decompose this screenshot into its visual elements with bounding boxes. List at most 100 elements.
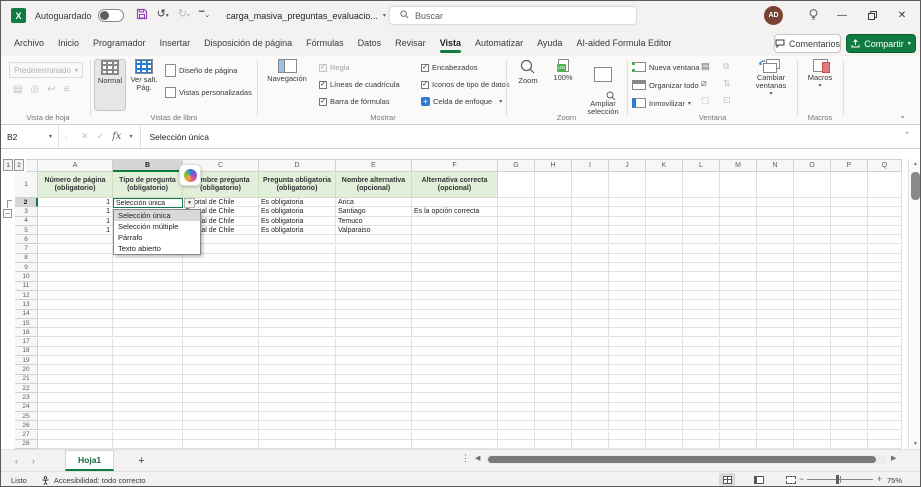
- cell-M8[interactable]: [720, 254, 757, 263]
- cell-P11[interactable]: [831, 282, 868, 291]
- next-sheet-icon[interactable]: ›: [32, 456, 35, 466]
- cell-B9[interactable]: [113, 263, 183, 272]
- cell-L21[interactable]: [683, 375, 720, 384]
- cell-L27[interactable]: [683, 431, 720, 440]
- cell-Q19[interactable]: [868, 356, 902, 365]
- cell-N13[interactable]: [757, 300, 794, 309]
- cell-N5[interactable]: [757, 226, 794, 235]
- row-header-24[interactable]: 24: [15, 403, 38, 412]
- cell-P25[interactable]: [831, 412, 868, 421]
- cell-M14[interactable]: [720, 310, 757, 319]
- cell-Q18[interactable]: [868, 347, 902, 356]
- cell-Q11[interactable]: [868, 282, 902, 291]
- cell-F24[interactable]: [412, 403, 498, 412]
- cell-P3[interactable]: [831, 207, 868, 216]
- cell-L22[interactable]: [683, 384, 720, 393]
- cell-C11[interactable]: [183, 282, 259, 291]
- cell-E17[interactable]: [336, 338, 412, 347]
- row-header-6[interactable]: 6: [15, 235, 38, 244]
- cell-E2[interactable]: Arica: [336, 198, 412, 207]
- cell-J22[interactable]: [609, 384, 646, 393]
- cell-L24[interactable]: [683, 403, 720, 412]
- tab-disposici-n-de-p-gina[interactable]: Disposición de página: [197, 32, 299, 54]
- cell-B19[interactable]: [113, 356, 183, 365]
- row-header-1[interactable]: 1: [15, 172, 38, 198]
- cell-G13[interactable]: [498, 300, 535, 309]
- cell-K28[interactable]: [646, 440, 683, 449]
- cell-A6[interactable]: [38, 235, 113, 244]
- cell-D27[interactable]: [259, 431, 336, 440]
- cell-K19[interactable]: [646, 356, 683, 365]
- cell-C20[interactable]: [183, 365, 259, 374]
- cell-F20[interactable]: [412, 365, 498, 374]
- cell-B25[interactable]: [113, 412, 183, 421]
- cell-I9[interactable]: [572, 263, 609, 272]
- row-header-4[interactable]: 4: [15, 217, 38, 226]
- cell-Q28[interactable]: [868, 440, 902, 449]
- tab-inicio[interactable]: Inicio: [51, 32, 86, 54]
- scroll-up-icon[interactable]: ▲: [909, 161, 921, 167]
- cell-O25[interactable]: [794, 412, 831, 421]
- row-header-18[interactable]: 18: [15, 347, 38, 356]
- cell-A12[interactable]: [38, 291, 113, 300]
- checkbox-regla[interactable]: ✓ Regla: [319, 63, 350, 72]
- cell-D16[interactable]: [259, 328, 336, 337]
- cell-H28[interactable]: [535, 440, 572, 449]
- cell-O8[interactable]: [794, 254, 831, 263]
- avatar[interactable]: AD: [764, 6, 783, 25]
- cell-J23[interactable]: [609, 393, 646, 402]
- cell-D18[interactable]: [259, 347, 336, 356]
- cell-K23[interactable]: [646, 393, 683, 402]
- cell-G21[interactable]: [498, 375, 535, 384]
- cell-D13[interactable]: [259, 300, 336, 309]
- cell-A4[interactable]: 1: [38, 217, 113, 226]
- cell-M4[interactable]: [720, 217, 757, 226]
- cell-J2[interactable]: [609, 198, 646, 207]
- cell-K8[interactable]: [646, 254, 683, 263]
- confirm-entry-icon[interactable]: ✓: [97, 131, 105, 142]
- cell-H25[interactable]: [535, 412, 572, 421]
- cell-C27[interactable]: [183, 431, 259, 440]
- tab-ai-aided-formula-editor[interactable]: AI-aided Formula Editor: [569, 32, 678, 54]
- cell-G22[interactable]: [498, 384, 535, 393]
- cell-K7[interactable]: [646, 245, 683, 254]
- cell-M26[interactable]: [720, 421, 757, 430]
- status-mode[interactable]: Listo: [11, 476, 27, 485]
- cell-I16[interactable]: [572, 328, 609, 337]
- cell-G16[interactable]: [498, 328, 535, 337]
- cell-E25[interactable]: [336, 412, 412, 421]
- cell-C25[interactable]: [183, 412, 259, 421]
- cell-L2[interactable]: [683, 198, 720, 207]
- cell-L7[interactable]: [683, 245, 720, 254]
- cell-N9[interactable]: [757, 263, 794, 272]
- cell-E8[interactable]: [336, 254, 412, 263]
- cell-O9[interactable]: [794, 263, 831, 272]
- cell-K5[interactable]: [646, 226, 683, 235]
- cell-M10[interactable]: [720, 272, 757, 281]
- spreadsheet-grid[interactable]: 1 2 − ABCDEFGHIJKLMNOPQ1Número de página…: [1, 149, 921, 449]
- unhide-window-icon[interactable]: ▢: [701, 95, 710, 105]
- column-header-I[interactable]: I: [572, 159, 609, 172]
- checkbox-encabezados[interactable]: ✓ Encabezados: [421, 63, 477, 72]
- cell-G1[interactable]: [498, 172, 535, 198]
- row-header-15[interactable]: 15: [15, 319, 38, 328]
- cell-I5[interactable]: [572, 226, 609, 235]
- cell-A22[interactable]: [38, 384, 113, 393]
- cell-M2[interactable]: [720, 198, 757, 207]
- cell-C15[interactable]: [183, 319, 259, 328]
- cell-I28[interactable]: [572, 440, 609, 449]
- column-header-N[interactable]: N: [757, 159, 794, 172]
- cell-E22[interactable]: [336, 384, 412, 393]
- cell-P1[interactable]: [831, 172, 868, 198]
- cell-M22[interactable]: [720, 384, 757, 393]
- checkbox-barra-de-formulas[interactable]: ✓ Barra de fórmulas: [319, 97, 390, 106]
- normal-view-button[interactable]: Normal: [94, 59, 126, 111]
- cell-E1[interactable]: Nombre alternativa (opcional): [336, 172, 412, 198]
- cell-F21[interactable]: [412, 375, 498, 384]
- cell-A3[interactable]: 1: [38, 207, 113, 216]
- row-header-9[interactable]: 9: [15, 263, 38, 272]
- cell-D5[interactable]: Es obligatoria: [259, 226, 336, 235]
- cell-N16[interactable]: [757, 328, 794, 337]
- cell-D19[interactable]: [259, 356, 336, 365]
- cell-C28[interactable]: [183, 440, 259, 449]
